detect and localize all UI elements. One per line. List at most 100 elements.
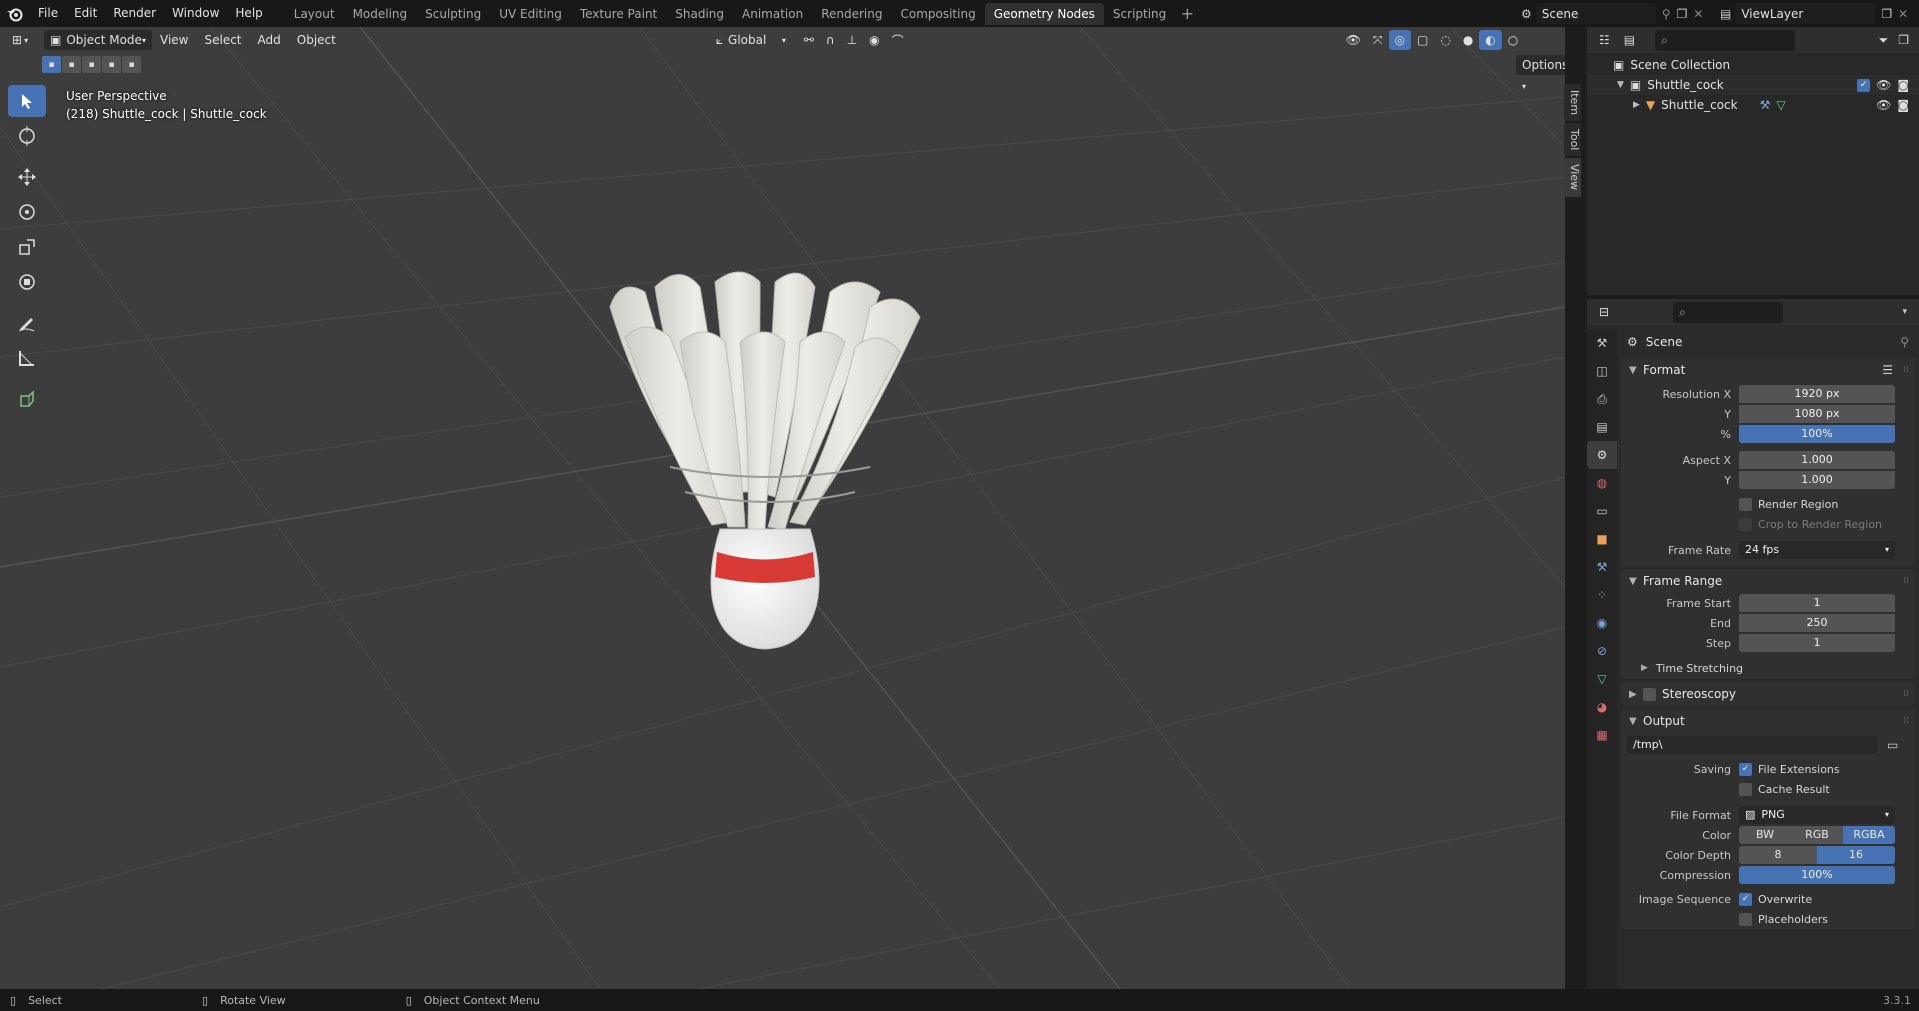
transform-orientation-selector[interactable]: ⟀ Global ▾ — [710, 30, 792, 50]
tab-scene-properties[interactable]: ⚙ — [1587, 441, 1617, 469]
camera-icon[interactable]: ◙ — [1897, 78, 1909, 92]
tool-select-box[interactable] — [8, 85, 46, 117]
tab-uv-editing[interactable]: UV Editing — [490, 3, 571, 25]
tool-scale[interactable] — [8, 231, 46, 263]
delete-scene-icon[interactable]: ✕ — [1693, 7, 1703, 21]
depth-16-button[interactable]: 16 — [1817, 846, 1895, 864]
display-mode-icon[interactable]: ▤ — [1624, 33, 1635, 47]
folder-icon[interactable]: ▭ — [1887, 738, 1898, 752]
shading-solid-button[interactable]: ● — [1457, 30, 1479, 50]
color-rgba-button[interactable]: RGBA — [1843, 826, 1895, 844]
tool-move[interactable] — [8, 161, 46, 193]
tab-world-properties[interactable]: ◍ — [1587, 469, 1617, 497]
frame-start-field[interactable]: 1 — [1739, 594, 1895, 612]
scene-name-field[interactable]: Scene — [1535, 3, 1656, 24]
snap-button[interactable]: ∩ — [820, 30, 841, 50]
stereoscopy-panel-header[interactable]: ▶ Stereoscopy ⁞⁞ — [1621, 682, 1915, 706]
resolution-x-field[interactable]: 1920 px — [1739, 385, 1895, 403]
select-subtract-button[interactable]: ▪ — [82, 56, 101, 73]
compression-slider[interactable]: 100% — [1739, 866, 1895, 884]
aspect-x-field[interactable]: 1.000 — [1739, 451, 1895, 469]
outliner-row-collection[interactable]: ▼ ▣ Shuttle_cock ✓ 👁 ◙ — [1587, 75, 1919, 95]
frame-range-panel-header[interactable]: ▼ Frame Range ⁞⁞ — [1621, 569, 1915, 593]
drag-handle-icon[interactable]: ⁞⁞ — [1903, 689, 1909, 699]
mode-selector[interactable]: ▣ Object Mode ▾ — [44, 30, 152, 50]
xray-button[interactable]: ▢ — [1411, 30, 1434, 50]
output-path-input[interactable]: /tmp\ — [1627, 736, 1877, 754]
tab-view[interactable]: View — [1564, 158, 1581, 197]
color-rgb-button[interactable]: RGB — [1791, 826, 1843, 844]
filter-icon[interactable]: ⏷ — [1879, 33, 1889, 48]
exclude-checkbox[interactable]: ✓ — [1857, 78, 1871, 92]
tab-view-layer-properties[interactable]: ▤ — [1587, 413, 1617, 441]
3d-viewport[interactable]: ⊞ ▾ ▣ Object Mode ▾ View Select Add Objec… — [0, 27, 1565, 989]
shading-material-button[interactable]: ◐ — [1479, 30, 1502, 50]
menu-add[interactable]: Add — [250, 27, 289, 53]
tab-texture-paint[interactable]: Texture Paint — [571, 3, 666, 25]
tab-tool-properties[interactable]: ⚒ — [1587, 329, 1617, 357]
frame-step-field[interactable]: 1 — [1739, 634, 1895, 652]
new-collection-icon[interactable]: ❐ — [1898, 33, 1909, 47]
tab-rendering[interactable]: Rendering — [812, 3, 891, 25]
mesh-data-icon[interactable]: ▽ — [1776, 98, 1785, 112]
tab-particle-properties[interactable]: ⁘ — [1587, 581, 1617, 609]
new-scene-icon[interactable]: ❐ — [1677, 7, 1688, 21]
drag-handle-icon[interactable]: ⁞⁞ — [1903, 716, 1909, 726]
tab-render-properties[interactable]: ◫ — [1587, 357, 1617, 385]
tool-add-cube[interactable] — [8, 383, 46, 415]
expand-right-icon[interactable]: ▶ — [1633, 100, 1640, 110]
eye-icon[interactable]: 👁 — [1876, 98, 1891, 112]
blender-logo-icon[interactable] — [0, 0, 30, 27]
stereoscopy-checkbox[interactable] — [1643, 687, 1656, 701]
tab-modifier-properties[interactable]: ⚒ — [1587, 553, 1617, 581]
menu-object[interactable]: Object — [289, 27, 344, 53]
drag-handle-icon[interactable]: ⁞⁞ — [1903, 576, 1909, 586]
tab-data-properties[interactable]: ▽ — [1587, 665, 1617, 693]
tab-animation[interactable]: Animation — [733, 3, 812, 25]
tool-annotate[interactable] — [8, 307, 46, 339]
placeholders-checkbox[interactable] — [1739, 912, 1752, 926]
outliner-row-object[interactable]: ▶ ▼ Shuttle_cock ⚒ ▽ 👁 ◙ — [1587, 95, 1919, 115]
tab-scripting[interactable]: Scripting — [1104, 3, 1175, 25]
menu-file[interactable]: File — [30, 0, 66, 27]
menu-view[interactable]: View — [152, 27, 196, 53]
tab-shading[interactable]: Shading — [666, 3, 733, 25]
presets-list-icon[interactable]: ☰ — [1882, 363, 1893, 377]
tool-measure[interactable] — [8, 342, 46, 374]
expand-down-icon[interactable]: ▼ — [1617, 80, 1624, 90]
output-panel-header[interactable]: ▼ Output ⁞⁞ — [1621, 709, 1915, 733]
falloff-button[interactable]: ⌒ — [886, 30, 910, 50]
tab-output-properties[interactable]: ⎙ — [1587, 385, 1617, 413]
properties-editor-icon[interactable]: ⊟ — [1599, 305, 1609, 319]
add-workspace-icon[interactable]: + — [1175, 4, 1199, 23]
time-stretching-subpanel[interactable]: ▶ Time Stretching — [1621, 657, 1915, 679]
tab-physics-properties[interactable]: ◉ — [1587, 609, 1617, 637]
view-layer-name-field[interactable]: ViewLayer — [1735, 3, 1876, 24]
aspect-y-field[interactable]: 1.000 — [1739, 471, 1895, 489]
shuttlecock-model[interactable] — [600, 267, 940, 687]
shading-rendered-button[interactable]: ○ — [1502, 30, 1524, 50]
camera-icon[interactable]: ◙ — [1897, 98, 1909, 112]
shading-wireframe-button[interactable]: ◌ — [1434, 30, 1456, 50]
overlays-button[interactable]: ◎ — [1388, 30, 1411, 50]
frame-end-field[interactable]: 250 — [1739, 614, 1895, 632]
outliner-row-scene-collection[interactable]: ▣ Scene Collection — [1587, 55, 1919, 75]
tab-constraint-properties[interactable]: ⊘ — [1587, 637, 1617, 665]
gizmo-button[interactable]: ⤧ — [1367, 30, 1389, 50]
resolution-pct-field[interactable]: 100% — [1739, 425, 1895, 443]
file-format-dropdown[interactable]: ▨ PNG ▾ — [1739, 806, 1895, 824]
menu-window[interactable]: Window — [164, 0, 227, 27]
tab-material-properties[interactable]: ◕ — [1587, 693, 1617, 721]
modifier-wrench-icon[interactable]: ⚒ — [1760, 98, 1771, 112]
render-region-checkbox[interactable] — [1739, 497, 1752, 511]
file-extensions-checkbox[interactable]: ✓ — [1739, 762, 1752, 776]
cache-result-checkbox[interactable] — [1739, 782, 1752, 796]
tool-transform[interactable] — [8, 266, 46, 298]
tab-object-properties[interactable]: ■ — [1587, 525, 1617, 553]
resolution-y-field[interactable]: 1080 px — [1739, 405, 1895, 423]
tool-rotate[interactable] — [8, 196, 46, 228]
new-view-layer-icon[interactable]: ❐ — [1881, 7, 1892, 21]
tab-compositing[interactable]: Compositing — [891, 3, 984, 25]
delete-view-layer-icon[interactable]: ✕ — [1898, 7, 1908, 21]
color-bw-button[interactable]: BW — [1739, 826, 1791, 844]
